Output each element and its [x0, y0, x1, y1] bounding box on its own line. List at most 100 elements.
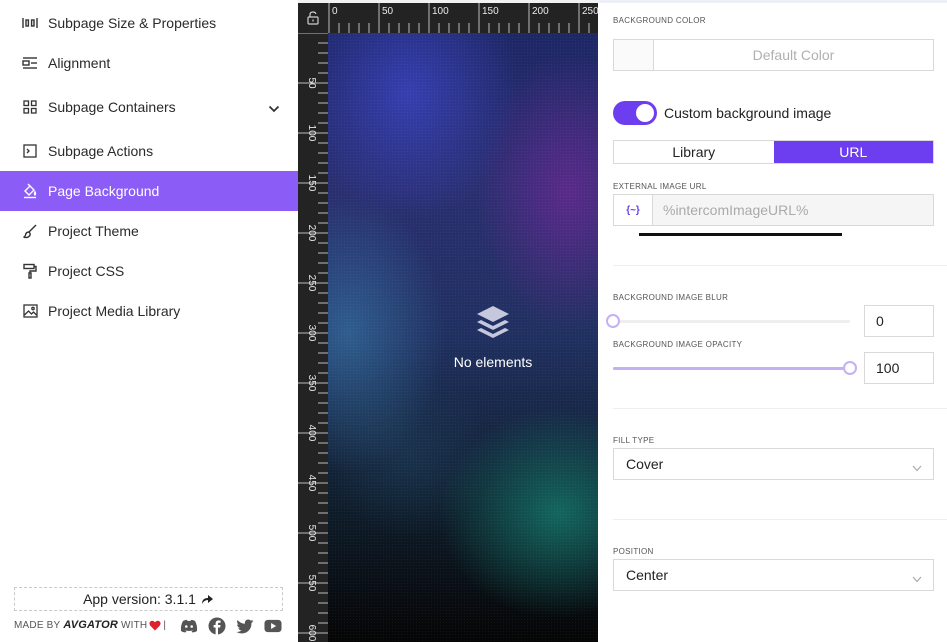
sidebar-item-subpage-size[interactable]: Subpage Size & Properties	[0, 3, 298, 43]
ruler-h-label: 150	[482, 6, 499, 17]
ruler-v-label: 300	[306, 325, 317, 342]
canvas-area[interactable]: 0 50 100 150 200 250 50 100 150 200 250 300 350 400 4…	[298, 3, 598, 642]
ruler-h-label: 200	[532, 6, 549, 17]
bg-color-picker[interactable]: Default Color	[613, 39, 934, 71]
sidebar-item-label: Project Media Library	[48, 303, 181, 319]
lock-open-icon	[307, 11, 319, 25]
bg-color-label: BACKGROUND COLOR	[613, 16, 706, 25]
ruler-v-label: 500	[306, 525, 317, 542]
empty-state-text: No elements	[453, 354, 533, 370]
slider-fill	[613, 367, 850, 370]
ruler-h-label: 50	[382, 6, 394, 17]
chevron-down-icon	[912, 459, 922, 475]
sidebar-item-media-library[interactable]: Project Media Library	[0, 291, 298, 331]
youtube-icon[interactable]	[264, 617, 282, 635]
position-label: POSITION	[613, 547, 654, 556]
custom-bg-label: Custom background image	[664, 105, 832, 121]
custom-bg-toggle[interactable]	[613, 101, 657, 125]
chevron-down-icon[interactable]	[268, 100, 280, 116]
empty-state: No elements	[423, 303, 563, 370]
divider	[613, 519, 947, 520]
slider-thumb[interactable]	[843, 361, 857, 375]
sidebar-item-project-css[interactable]: Project CSS	[0, 251, 298, 291]
vertical-ruler: 50 100 150 200 250 300 350 400 450 500 550 600	[298, 33, 328, 642]
custom-bg-toggle-row: Custom background image	[613, 101, 831, 125]
opacity-label: BACKGROUND IMAGE OPACITY	[613, 340, 743, 349]
blur-label: BACKGROUND IMAGE BLUR	[613, 293, 729, 302]
sidebar-item-subpage-actions[interactable]: Subpage Actions	[0, 131, 298, 171]
divider	[613, 265, 947, 266]
layers-icon	[423, 303, 563, 342]
opacity-slider[interactable]	[613, 360, 857, 376]
tab-library[interactable]: Library	[614, 141, 774, 163]
blur-input[interactable]	[864, 305, 934, 337]
ruler-v-label: 100	[306, 125, 317, 142]
brand-logo: AVGATOR	[63, 619, 118, 631]
url-underline-bar	[639, 233, 842, 236]
heart-icon	[149, 620, 161, 631]
slider-track	[613, 320, 850, 323]
sidebar-item-label: Project Theme	[48, 223, 139, 239]
made-by-credit: MADE BY AVGATOR WITH |	[14, 619, 166, 631]
sidebar-item-alignment[interactable]: Alignment	[0, 43, 298, 83]
separator-text: |	[163, 619, 167, 631]
ext-url-field: {~}	[613, 194, 934, 226]
sidebar-item-label: Alignment	[48, 55, 111, 71]
ruler-v-label: 550	[306, 575, 317, 592]
size-properties-icon	[22, 15, 38, 31]
sidebar-item-project-theme[interactable]: Project Theme	[0, 211, 298, 251]
tab-url[interactable]: URL	[773, 141, 933, 163]
ruler-lock-toggle[interactable]	[298, 3, 328, 33]
paint-bucket-icon	[22, 183, 38, 199]
blur-slider[interactable]	[606, 313, 850, 329]
color-swatch[interactable]	[614, 40, 654, 70]
position-select[interactable]: Center	[613, 559, 934, 591]
ruler-v-label: 600	[306, 625, 317, 642]
variable-icon[interactable]: {~}	[614, 195, 653, 225]
bg-color-value: Default Color	[752, 47, 835, 63]
ruler-v-label: 200	[306, 225, 317, 242]
paint-roller-icon	[22, 263, 38, 279]
ruler-v-label: 450	[306, 475, 317, 492]
opacity-input[interactable]	[864, 352, 934, 384]
sidebar-item-page-background[interactable]: Page Background	[0, 171, 298, 211]
ruler-v-label: 400	[306, 425, 317, 442]
ruler-v-label: 250	[306, 275, 317, 292]
ruler-v-label: 350	[306, 375, 317, 392]
share-arrow-icon	[201, 594, 214, 605]
facebook-icon[interactable]	[208, 617, 226, 635]
sidebar-item-label: Subpage Size & Properties	[48, 15, 217, 31]
sidebar-item-label: Project CSS	[48, 263, 125, 279]
terminal-icon	[22, 143, 38, 159]
fill-type-value: Cover	[626, 456, 664, 472]
page-background-preview[interactable]: No elements	[328, 33, 598, 642]
sidebar-item-label: Subpage Containers	[48, 99, 176, 115]
ruler-h-label: 250	[582, 6, 598, 17]
fill-type-label: FILL TYPE	[613, 436, 655, 445]
discord-icon[interactable]	[180, 617, 198, 635]
divider	[613, 408, 947, 409]
left-sidebar: Subpage Size & Properties Alignment Subp…	[0, 0, 298, 642]
grid-icon	[22, 99, 38, 115]
sidebar-item-subpage-containers[interactable]: Subpage Containers	[0, 87, 298, 127]
twitter-icon[interactable]	[236, 617, 254, 635]
ruler-h-label: 0	[332, 6, 338, 17]
image-icon	[22, 303, 38, 319]
fill-type-select[interactable]: Cover	[613, 448, 934, 480]
app-version-link[interactable]: App version: 3.1.1	[14, 587, 283, 611]
toggle-knob	[636, 104, 654, 122]
panel-top-border	[598, 0, 947, 3]
ruler-v-label: 50	[306, 77, 317, 89]
ext-url-input[interactable]	[653, 195, 933, 225]
position-value: Center	[626, 567, 669, 583]
slider-thumb[interactable]	[606, 314, 620, 328]
sidebar-item-label: Page Background	[48, 183, 160, 199]
brush-icon	[22, 223, 38, 239]
properties-panel: BACKGROUND COLOR Default Color Custom ba…	[598, 0, 947, 642]
app-version-text: App version: 3.1.1	[83, 591, 196, 607]
ruler-v-label: 150	[306, 175, 317, 192]
chevron-down-icon	[912, 570, 922, 586]
horizontal-ruler: 0 50 100 150 200 250	[328, 3, 598, 33]
ext-url-label: EXTERNAL IMAGE URL	[613, 182, 707, 191]
with-text: WITH	[121, 619, 148, 631]
